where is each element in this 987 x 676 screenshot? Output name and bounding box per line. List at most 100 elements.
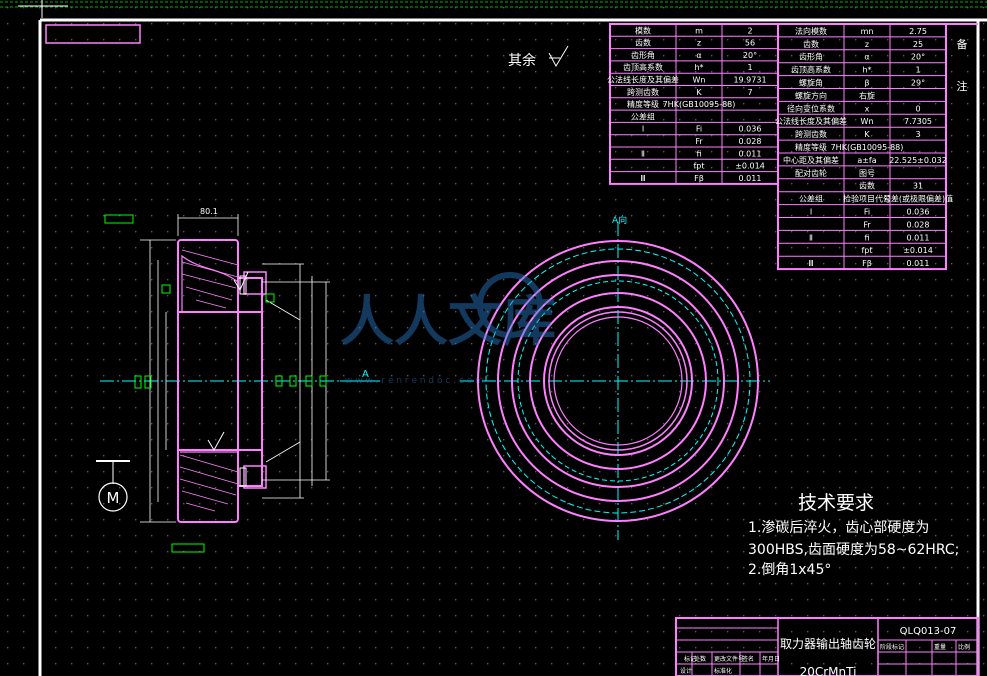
left-table-cell-3-1: h* bbox=[694, 63, 703, 72]
right-table-cell-8-2: 3 bbox=[915, 130, 920, 139]
right-table-cell-13-2: 公差(或极限偏差)值 bbox=[883, 194, 953, 204]
right-table-cell-7-1: Wn bbox=[861, 117, 874, 126]
material: 20CrMnTi bbox=[800, 665, 857, 676]
header-cell-2: 处数 bbox=[694, 655, 706, 663]
right-table-cell-4-1: β bbox=[864, 79, 869, 88]
left-table-cell-1-2: 56 bbox=[745, 39, 755, 48]
left-table-cell-4-1: Wn bbox=[693, 76, 706, 85]
left-table-cell-0-2: 2 bbox=[747, 26, 752, 35]
left-table-cell-9-1: Fr bbox=[695, 137, 703, 146]
right-table-cell-3-1: h* bbox=[862, 66, 871, 75]
drawing-number: QLQ013-07 bbox=[900, 626, 957, 637]
right-table-cell-14-1: Fi bbox=[864, 208, 870, 217]
right-table-cell-8-1: K bbox=[864, 130, 870, 139]
right-table-cell-0-0: 法向模数 bbox=[795, 26, 827, 36]
left-table-cell-4-2: 19.9731 bbox=[733, 76, 766, 85]
right-table-cell-16-0: Ⅱ bbox=[809, 233, 813, 242]
left-table-cell-10-1: fi bbox=[696, 149, 701, 158]
right-table-cell-1-1: z bbox=[865, 40, 869, 49]
header-cell-6: 年月日 bbox=[762, 655, 780, 663]
remark-label-1: 备 bbox=[957, 37, 968, 51]
cad-drawing-canvas[interactable]: 其余 模数 m 2 齿数 z 56 齿形角 α 20° 齿顶高系数 h* 1 公法线长度及其偏差 Wn 19… bbox=[0, 0, 987, 676]
right-table-cell-13-0: 公差组 bbox=[799, 194, 823, 204]
motor-label: M bbox=[107, 489, 120, 507]
left-table-cell-6-1: 7HK(GB10095-88) bbox=[663, 100, 736, 109]
right-table-cell-11-0: 配对齿轮 bbox=[795, 168, 827, 178]
right-table-cell-17-1: fpt bbox=[861, 246, 872, 255]
left-table-cell-0-0: 模数 bbox=[635, 25, 651, 35]
left-table-cell-12-1: Fβ bbox=[694, 174, 704, 183]
left-table-cell-3-2: 1 bbox=[747, 63, 752, 72]
view-label: A向 bbox=[612, 214, 627, 226]
design-cell: 设计 bbox=[680, 667, 692, 675]
tech-requirements-title: 技术要求 bbox=[798, 492, 874, 514]
tech-req-line-1: 1.渗碳后淬火，齿心部硬度为 bbox=[748, 520, 929, 536]
left-table-cell-0-1: m bbox=[695, 26, 703, 35]
right-table-cell-5-0: 螺旋方向 bbox=[795, 90, 827, 100]
right-table-cell-4-2: 29° bbox=[911, 79, 925, 88]
right-table-cell-0-2: 2.75 bbox=[909, 27, 927, 36]
left-table-cell-1-1: z bbox=[697, 39, 701, 48]
right-table-cell-16-2: 0.011 bbox=[907, 233, 930, 242]
right-table-cell-5-1: 右旋 bbox=[859, 90, 875, 100]
right-table-cell-2-1: α bbox=[864, 53, 869, 62]
right-table-cell-15-2: 0.028 bbox=[907, 220, 930, 229]
right-table-cell-18-1: Fβ bbox=[862, 259, 872, 268]
right-table-cell-0-1: mn bbox=[861, 27, 874, 36]
right-table-cell-14-2: 0.036 bbox=[907, 208, 930, 217]
left-table-cell-9-2: 0.028 bbox=[739, 137, 762, 146]
watermark-text: 人人文库 bbox=[340, 290, 556, 353]
left-table-cell-1-0: 齿数 bbox=[635, 38, 651, 48]
left-table-cell-3-0: 齿顶高系数 bbox=[623, 62, 663, 72]
right-table-cell-2-2: 20° bbox=[911, 53, 925, 62]
scale-cell: 比例 bbox=[958, 643, 970, 651]
watermark-url: w w w . r e n r e n d o c . c o m bbox=[345, 376, 484, 386]
right-table-cell-17-2: ±0.014 bbox=[903, 246, 933, 255]
stage-cell: 阶段标记 bbox=[880, 643, 904, 651]
left-table-cell-8-0: Ⅰ bbox=[642, 125, 644, 134]
right-table-cell-11-1: 图号 bbox=[859, 169, 875, 178]
left-table-cell-7-0: 公差组 bbox=[631, 111, 655, 121]
left-table-cell-12-2: 0.011 bbox=[739, 174, 762, 183]
right-table-cell-7-2: 7.7305 bbox=[904, 117, 932, 126]
left-table-cell-4-0: 公法线长度及其偏差 bbox=[607, 75, 679, 85]
right-table-cell-7-0: 公法线长度及其偏差 bbox=[775, 116, 847, 126]
header-cell-4: 更改文件号 bbox=[714, 655, 744, 663]
right-table-cell-9-1: 7HK(GB10095-88) bbox=[831, 143, 904, 152]
right-table-cell-6-0: 径向变位系数 bbox=[787, 103, 835, 113]
surface-finish-label: 其余 bbox=[508, 52, 536, 69]
left-table-cell-10-0: Ⅱ bbox=[641, 149, 645, 158]
right-table-cell-10-0: 中心距及其偏差 bbox=[783, 155, 839, 165]
right-table-cell-15-1: Fr bbox=[863, 220, 871, 229]
right-table-cell-1-0: 齿数 bbox=[803, 39, 819, 49]
right-table-cell-9-0: 精度等级 bbox=[795, 142, 827, 152]
header-cell-5: 签名 bbox=[742, 655, 754, 663]
left-table-cell-8-1: Fi bbox=[696, 125, 702, 134]
left-table-cell-11-2: ±0.014 bbox=[735, 162, 765, 171]
right-table-cell-10-2: 22.525±0.032 bbox=[889, 156, 947, 165]
right-table-cell-10-1: a±fa bbox=[857, 156, 876, 165]
left-table-cell-5-2: 7 bbox=[747, 88, 752, 97]
remark-label-2: 注 bbox=[957, 79, 968, 93]
part-name: 取力器输出轴齿轮 bbox=[780, 636, 876, 651]
right-table-cell-4-0: 螺旋角 bbox=[799, 78, 823, 88]
right-table-cell-8-0: 跨测齿数 bbox=[795, 129, 827, 139]
left-table-cell-5-0: 跨测齿数 bbox=[627, 87, 659, 97]
right-table-cell-1-2: 25 bbox=[913, 40, 923, 49]
right-table-cell-2-0: 齿形角 bbox=[799, 52, 823, 62]
left-table-cell-12-0: Ⅲ bbox=[640, 174, 646, 183]
right-table-cell-18-2: 0.011 bbox=[907, 259, 930, 268]
left-table-cell-11-1: fpt bbox=[693, 162, 704, 171]
left-table-cell-6-0: 精度等级 bbox=[627, 99, 659, 109]
tech-req-line-2: 300HBS,齿面硬度为58~62HRC; bbox=[748, 542, 959, 558]
left-table-cell-2-2: 20° bbox=[743, 51, 757, 60]
left-table-cell-5-1: K bbox=[696, 88, 702, 97]
left-table-cell-2-1: α bbox=[696, 51, 701, 60]
right-table-cell-14-0: Ⅰ bbox=[810, 208, 812, 217]
svg-text:80.1: 80.1 bbox=[200, 207, 218, 216]
right-table-cell-3-2: 1 bbox=[915, 66, 920, 75]
right-table-cell-6-1: x bbox=[865, 104, 870, 113]
left-table-cell-10-2: 0.011 bbox=[739, 149, 762, 158]
standard-cell: 标准化 bbox=[714, 667, 732, 675]
right-table-cell-12-2: 31 bbox=[913, 182, 923, 191]
